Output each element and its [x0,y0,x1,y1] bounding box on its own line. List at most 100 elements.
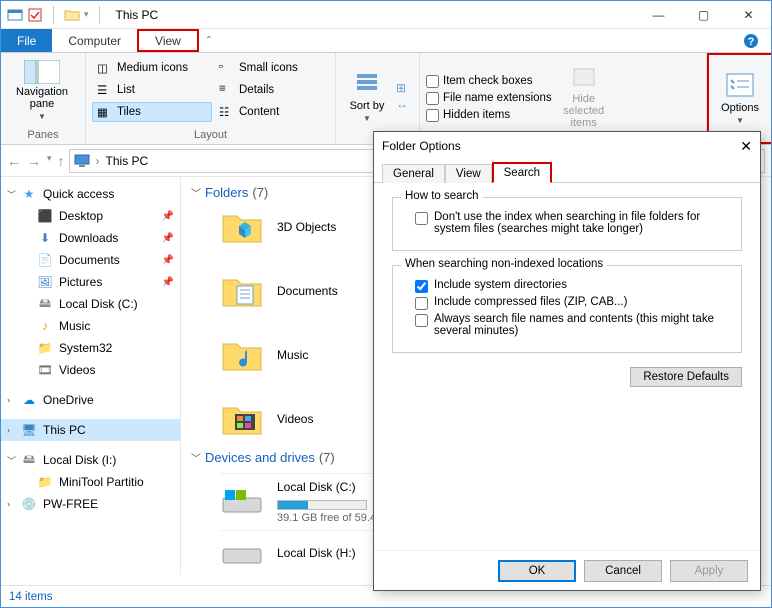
layout-list[interactable]: ☰List [92,80,212,100]
app-icon [7,7,23,23]
cd-icon: 💿 [21,496,37,512]
dialog-title: Folder Options [382,139,461,153]
dialog-tabs: General View Search [374,160,760,183]
hidden-items-toggle[interactable]: Hidden items [426,109,552,122]
options-icon [725,72,755,100]
properties-icon[interactable] [27,7,43,23]
layout-small-icons[interactable]: ▫Small icons [214,58,324,78]
sort-icon [353,70,381,98]
size-columns-icon[interactable]: ↔ [396,97,408,111]
layout-content[interactable]: ☷Content [214,102,324,122]
tree-desktop[interactable]: ⬛Desktop📌 [1,205,180,227]
item-check-boxes-toggle[interactable]: Item check boxes [426,75,552,88]
drive-usage-bar [277,500,367,510]
apply-button[interactable]: Apply [670,560,748,582]
pictures-icon: 🖼 [37,274,53,290]
ribbon-collapse-icon[interactable]: ˆ [199,29,219,52]
restore-defaults-button[interactable]: Restore Defaults [630,367,742,387]
options-button[interactable]: Options ▼ [715,72,765,125]
tree-onedrive[interactable]: ›☁OneDrive [1,389,180,411]
status-item-count: 14 items [9,591,52,603]
quick-access-toolbar: ▾ [1,6,112,24]
dialog-tab-search[interactable]: Search [492,162,552,183]
tree-documents[interactable]: 📄Documents📌 [1,249,180,271]
hide-selected-button: Hide selected items [554,63,614,129]
qat-dropdown-icon[interactable]: ▾ [84,9,89,20]
window-title: This PC [112,8,159,22]
tree-videos[interactable]: 🎞Videos [1,359,180,381]
folder-small-icon [64,7,80,23]
folder-icon [221,336,263,374]
tree-music[interactable]: ♪Music [1,315,180,337]
tree-this-pc[interactable]: ›🖥This PC [1,419,180,441]
nav-forward-icon[interactable]: → [27,153,41,169]
file-name-extensions-toggle[interactable]: File name extensions [426,92,552,105]
star-icon: ★ [21,186,37,202]
tree-pwfree[interactable]: ›💿PW-FREE [1,493,180,515]
dialog-tab-general[interactable]: General [382,164,445,183]
add-columns-icon[interactable]: ⊞ [396,81,408,95]
help-icon[interactable]: ? [739,29,763,52]
tree-minitool[interactable]: 📁MiniTool Partitio [1,471,180,493]
drive-icon: 🖴 [37,296,53,312]
cancel-button[interactable]: Cancel [584,560,662,582]
music-icon: ♪ [37,318,53,334]
tree-downloads[interactable]: ⬇Downloads📌 [1,227,180,249]
tab-computer[interactable]: Computer [52,29,137,52]
breadcrumb-thispc[interactable]: This PC [106,154,149,168]
layout-medium-icons[interactable]: ◫Medium icons [92,58,212,78]
nav-back-icon[interactable]: ← [7,153,21,169]
close-button[interactable]: ✕ [726,1,771,29]
layout-details[interactable]: ≡Details [214,80,324,100]
include-compressed-checkbox[interactable] [415,297,428,310]
tree-pictures[interactable]: 🖼Pictures📌 [1,271,180,293]
navigation-pane-label: Navigation pane [7,86,77,110]
chevron-down-icon: ▼ [736,116,744,125]
chevron-down-icon: ﹀ [191,450,201,465]
always-search-checkbox[interactable] [415,314,428,327]
dialog-close-button[interactable]: ✕ [740,138,752,155]
chevron-down-icon: ﹀ [191,185,201,200]
breadcrumb-sep: › [96,154,100,168]
dialog-body: How to search Don't use the index when s… [374,183,760,550]
documents-icon: 📄 [37,252,53,268]
drive-icon [221,486,263,518]
minimize-button[interactable]: ― [636,1,681,29]
non-indexed-group: When searching non-indexed locations Inc… [392,265,742,353]
folder-icon: 📁 [37,340,53,356]
chevron-down-icon: ▼ [38,112,46,121]
pin-icon: 📌 [162,277,174,288]
how-to-search-group: How to search Don't use the index when s… [392,197,742,251]
downloads-icon: ⬇ [37,230,53,246]
nav-tree: ﹀★Quick access ⬛Desktop📌 ⬇Downloads📌 📄Do… [1,177,181,575]
nav-up-icon[interactable]: ↑ [58,153,65,169]
navigation-pane-button[interactable]: Navigation pane ▼ [7,60,77,121]
tab-file[interactable]: File [1,29,52,52]
drive-icon: 🖴 [21,452,37,468]
dialog-buttons: OK Cancel Apply [374,550,760,590]
folder-icon [221,400,263,438]
pin-icon: 📌 [162,211,174,222]
pc-icon [74,153,90,169]
hide-icon [570,63,598,91]
tree-localdisk-c[interactable]: 🖴Local Disk (C:) [1,293,180,315]
tree-system32[interactable]: 📁System32 [1,337,180,359]
folder-icon: 📁 [37,474,53,490]
ribbon-tabs: File Computer View ˆ ? [1,29,771,53]
nav-recent-icon[interactable]: ▾ [47,153,52,169]
tab-view[interactable]: View [137,29,199,52]
dont-use-index-checkbox[interactable] [415,212,428,225]
include-system-checkbox[interactable] [415,280,428,293]
group-layout: ◫Medium icons ▫Small icons ☰List ≡Detail… [86,53,336,144]
tree-localdisk-i[interactable]: ﹀🖴Local Disk (I:) [1,449,180,471]
tree-quick-access[interactable]: ﹀★Quick access [1,183,180,205]
dialog-tab-view[interactable]: View [445,164,492,183]
layout-tiles[interactable]: ▦Tiles [92,102,212,122]
pin-icon: 📌 [162,255,174,266]
sort-by-button[interactable]: Sort by ▼ [342,70,392,123]
folder-icon [221,208,263,246]
ok-button[interactable]: OK [498,560,576,582]
pc-icon: 🖥 [21,422,37,438]
maximize-button[interactable]: ▢ [681,1,726,29]
folder-icon [221,272,263,310]
